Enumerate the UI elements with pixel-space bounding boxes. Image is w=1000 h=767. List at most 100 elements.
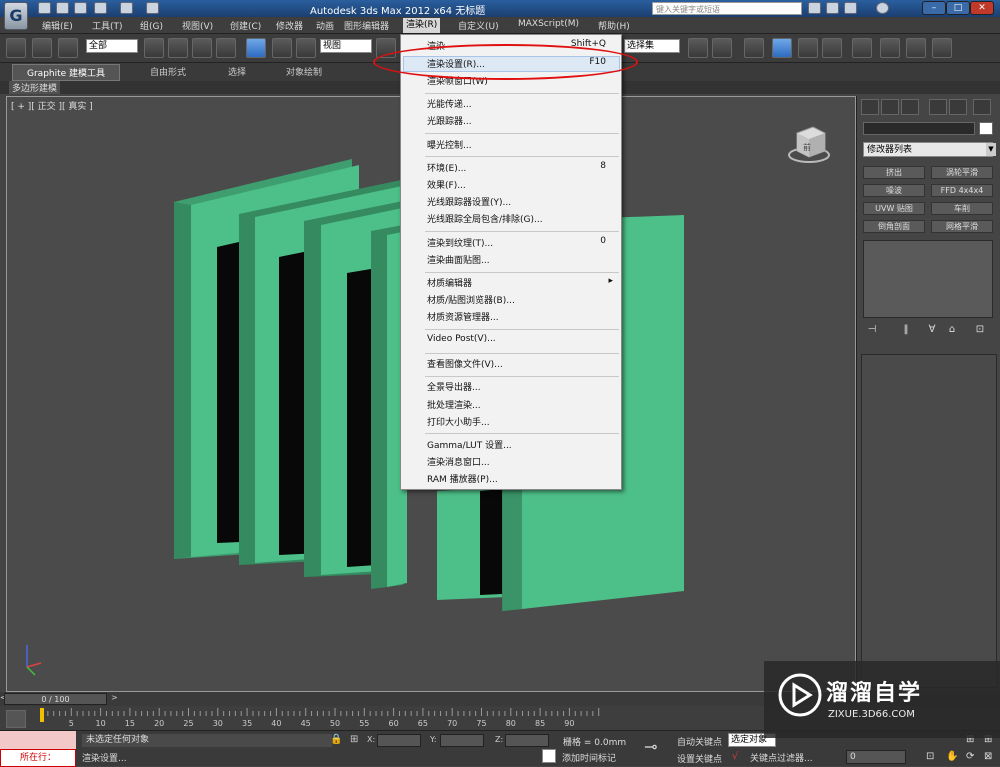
curve-editor-icon[interactable] (798, 38, 818, 58)
current-frame-marker[interactable] (40, 708, 44, 722)
set-key-button[interactable]: 设置关键点 (677, 752, 722, 765)
move-icon[interactable] (246, 38, 266, 58)
app-logo-icon[interactable]: G (4, 2, 28, 30)
timeline-track[interactable]: 5 10 15 20 25 30 35 40 45 50 55 60 65 70 75 80 85 90 (38, 706, 768, 730)
select-object-icon[interactable] (144, 38, 164, 58)
schematic-view-icon[interactable] (822, 38, 842, 58)
uvw-map-button[interactable]: UVW 贴图 (863, 202, 925, 215)
tab-polygon-modeling[interactable]: 多边形建模 (9, 81, 61, 94)
auto-key-button[interactable]: 自动关键点 (677, 735, 722, 748)
pivot-center-icon[interactable] (376, 38, 396, 58)
reference-coord-dropdown[interactable]: 视图 (320, 39, 372, 53)
layer-manager-icon[interactable] (744, 38, 764, 58)
frame-counter[interactable]: 0 / 100 (4, 693, 107, 705)
x-coordinate-field[interactable] (377, 734, 421, 747)
named-selection-dropdown[interactable]: 选择集 (624, 39, 680, 53)
menu-item-material-editor[interactable]: 材质编辑器 (427, 276, 472, 289)
time-tag-icon[interactable] (542, 749, 556, 763)
menu-item-raytracer-settings[interactable]: 光线跟踪器设置(Y)... (427, 195, 511, 208)
menu-item-batch-render[interactable]: 批处理渲染... (427, 398, 481, 411)
material-editor-icon[interactable] (852, 38, 872, 58)
menu-views[interactable]: 视图(V) (182, 19, 213, 32)
help-icon[interactable] (876, 2, 889, 14)
new-file-icon[interactable] (38, 2, 51, 14)
hierarchy-tab-icon[interactable] (901, 99, 919, 115)
lathe-button[interactable]: 车削 (931, 202, 993, 215)
lock-icon[interactable]: 🔒 (330, 734, 342, 745)
add-time-tag[interactable]: 添加时间标记 (562, 751, 616, 764)
configure-sets-icon[interactable]: ⊡ (973, 324, 987, 338)
menu-edit[interactable]: 编辑(E) (42, 19, 73, 32)
set-key-icon[interactable]: ⊸ (644, 737, 657, 756)
redo-icon[interactable] (120, 2, 133, 14)
tab-freeform[interactable]: 自由形式 (150, 65, 186, 78)
mini-curve-editor-icon[interactable] (6, 710, 26, 728)
rendered-frame-icon[interactable] (906, 38, 926, 58)
maximize-viewport-icon[interactable]: ⊠ (984, 751, 992, 762)
menu-item-print-size-assistant[interactable]: 打印大小助手... (427, 415, 490, 428)
menu-item-material-explorer[interactable]: 材质资源管理器... (427, 310, 499, 323)
time-config-icon[interactable]: ⊡ (926, 751, 934, 762)
menu-item-gamma-lut[interactable]: Gamma/LUT 设置... (427, 438, 512, 451)
ffd-button[interactable]: FFD 4x4x4 (931, 184, 993, 197)
open-file-icon[interactable] (56, 2, 69, 14)
y-coordinate-field[interactable] (440, 734, 484, 747)
meshsmooth-button[interactable]: 网格平滑 (931, 220, 993, 233)
modifier-list-dropdown[interactable]: 修改器列表 ▼ (863, 142, 996, 157)
object-name-field[interactable] (863, 122, 975, 135)
search-input[interactable]: 键入关键字或短语 (652, 2, 802, 15)
orbit-icon[interactable]: ⟳ (966, 751, 974, 762)
menu-item-exposure-control[interactable]: 曝光控制... (427, 138, 472, 151)
noise-button[interactable]: 噪波 (863, 184, 925, 197)
make-unique-icon[interactable]: ∀ (925, 324, 939, 338)
rotate-icon[interactable] (272, 38, 292, 58)
menu-item-render-message-window[interactable]: 渲染消息窗口... (427, 455, 490, 468)
time-slider-next-arrow[interactable]: > (111, 693, 118, 702)
menu-item-light-tracer[interactable]: 光跟踪器... (427, 114, 472, 127)
menu-item-rendered-frame-window[interactable]: 渲染帧窗口(W) (427, 74, 488, 87)
menu-animation[interactable]: 动画 (316, 19, 334, 32)
show-end-result-icon[interactable]: ‖ (899, 324, 913, 338)
menu-item-render-to-texture[interactable]: 渲染到纹理(T)... (427, 236, 493, 249)
menu-group[interactable]: 组(G) (140, 19, 163, 32)
utilities-tab-icon[interactable] (973, 99, 991, 115)
modify-tab-icon[interactable] (881, 99, 899, 115)
binoculars-icon[interactable] (808, 2, 821, 14)
menu-help[interactable]: 帮助(H) (598, 19, 630, 32)
render-teapot-icon[interactable] (932, 38, 952, 58)
pin-stack-icon[interactable]: ⊣ (865, 324, 879, 338)
menu-item-environment[interactable]: 环境(E)... (427, 161, 466, 174)
mirror-icon[interactable] (688, 38, 708, 58)
tab-object-paint[interactable]: 对象绘制 (286, 65, 322, 78)
graphite-toggle-icon[interactable] (772, 38, 792, 58)
star-icon[interactable] (844, 2, 857, 14)
tab-selection[interactable]: 选择 (228, 65, 246, 78)
remove-modifier-icon[interactable]: ⌂ (945, 324, 959, 338)
motion-tab-icon[interactable] (929, 99, 947, 115)
menu-create[interactable]: 创建(C) (230, 19, 261, 32)
current-frame-field[interactable]: 0 (846, 750, 906, 764)
minimize-button[interactable]: – (922, 1, 946, 15)
menu-tools[interactable]: 工具(T) (92, 19, 123, 32)
window-crossing-icon[interactable] (216, 38, 236, 58)
modifier-stack[interactable] (863, 240, 993, 318)
object-color-swatch[interactable] (979, 122, 993, 135)
menu-item-raytrace-include-exclude[interactable]: 光线跟踪全局包含/排除(G)... (427, 212, 543, 225)
save-file-icon[interactable] (74, 2, 87, 14)
align-icon[interactable] (712, 38, 732, 58)
bind-space-warp-icon[interactable] (58, 38, 78, 58)
turbosmooth-button[interactable]: 涡轮平滑 (931, 166, 993, 179)
maximize-button[interactable]: □ (946, 1, 970, 15)
unlink-icon[interactable] (32, 38, 52, 58)
selection-filter-dropdown[interactable]: 全部 (86, 39, 138, 53)
menu-graph-editors[interactable]: 图形编辑器 (344, 19, 389, 32)
key-filters-button[interactable]: 关键点过滤器... (750, 751, 813, 764)
tab-graphite[interactable]: Graphite 建模工具 (12, 64, 121, 81)
render-setup-icon[interactable] (880, 38, 900, 58)
extrude-button[interactable]: 挤出 (863, 166, 925, 179)
bevel-profile-button[interactable]: 倒角剖面 (863, 220, 925, 233)
menu-item-render-surface-map[interactable]: 渲染曲面贴图... (427, 253, 490, 266)
link-icon[interactable] (6, 38, 26, 58)
key-icon[interactable] (826, 2, 839, 14)
menu-item-ram-player[interactable]: RAM 播放器(P)... (427, 472, 498, 485)
